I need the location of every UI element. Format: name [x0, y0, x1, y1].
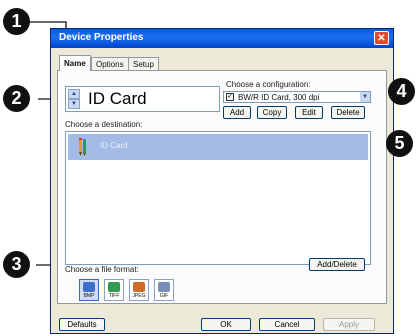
callout-2: 2 — [3, 85, 30, 112]
spin-down-icon[interactable]: ▼ — [68, 99, 80, 109]
file-format-label: Choose a file format: — [65, 265, 139, 274]
edit-button[interactable]: Edit — [295, 106, 323, 119]
format-label: GIF — [159, 293, 169, 299]
pencil-icon — [79, 138, 86, 156]
copy-button[interactable]: Copy — [257, 106, 287, 119]
destination-label: Choose a destination: — [65, 120, 143, 129]
configuration-select[interactable]: ✓ BW/R ID Card, 300 dpi ▼ — [223, 91, 371, 103]
format-jpeg-button[interactable]: JPEG — [129, 279, 149, 301]
apply-button[interactable]: Apply — [323, 318, 375, 331]
close-button[interactable]: ✕ — [374, 31, 389, 45]
format-label: JPEG — [132, 293, 146, 299]
configuration-value: BW/R ID Card, 300 dpi — [238, 93, 320, 102]
callout-3: 3 — [3, 251, 30, 278]
tiff-file-icon — [108, 282, 120, 292]
callout-5: 5 — [386, 130, 413, 157]
gif-file-icon — [158, 282, 170, 292]
tab-options[interactable]: Options — [91, 57, 129, 70]
format-tiff-button[interactable]: TIFF — [104, 279, 124, 301]
device-properties-dialog: Device Properties ✕ Name Options Setup ▲… — [50, 28, 394, 334]
format-gif-button[interactable]: GIF — [154, 279, 174, 301]
bmp-file-icon — [83, 282, 95, 292]
window-title: Device Properties — [59, 32, 144, 43]
spin-up-icon[interactable]: ▲ — [68, 89, 80, 99]
callout-4: 4 — [388, 78, 415, 105]
device-name-field[interactable]: ▲ ▼ ID Card — [65, 86, 220, 112]
destination-list[interactable]: ID Card — [65, 131, 371, 265]
configuration-label: Choose a configuration: — [226, 80, 311, 89]
add-delete-button[interactable]: Add/Delete — [309, 258, 365, 271]
add-button[interactable]: Add — [223, 106, 251, 119]
defaults-button[interactable]: Defaults — [59, 318, 105, 331]
tab-name[interactable]: Name — [59, 55, 91, 71]
list-item[interactable]: ID Card — [68, 134, 368, 160]
jpeg-file-icon — [133, 282, 145, 292]
title-bar: Device Properties ✕ — [51, 29, 393, 48]
configuration-checkbox[interactable]: ✓ — [226, 93, 234, 101]
name-spinner[interactable]: ▲ ▼ — [68, 89, 80, 109]
cancel-button[interactable]: Cancel — [259, 318, 315, 331]
device-name-value: ID Card — [88, 89, 147, 108]
ok-button[interactable]: OK — [201, 318, 251, 331]
delete-button[interactable]: Delete — [331, 106, 365, 119]
tab-setup[interactable]: Setup — [128, 57, 159, 70]
callout-1: 1 — [3, 8, 30, 35]
chevron-down-icon[interactable]: ▼ — [360, 92, 370, 102]
format-label: TIFF — [108, 293, 120, 299]
destination-item-label: ID Card — [100, 141, 128, 150]
format-label: BMP — [83, 293, 95, 299]
close-icon: ✕ — [377, 33, 386, 44]
format-bmp-button[interactable]: BMP — [79, 279, 99, 301]
